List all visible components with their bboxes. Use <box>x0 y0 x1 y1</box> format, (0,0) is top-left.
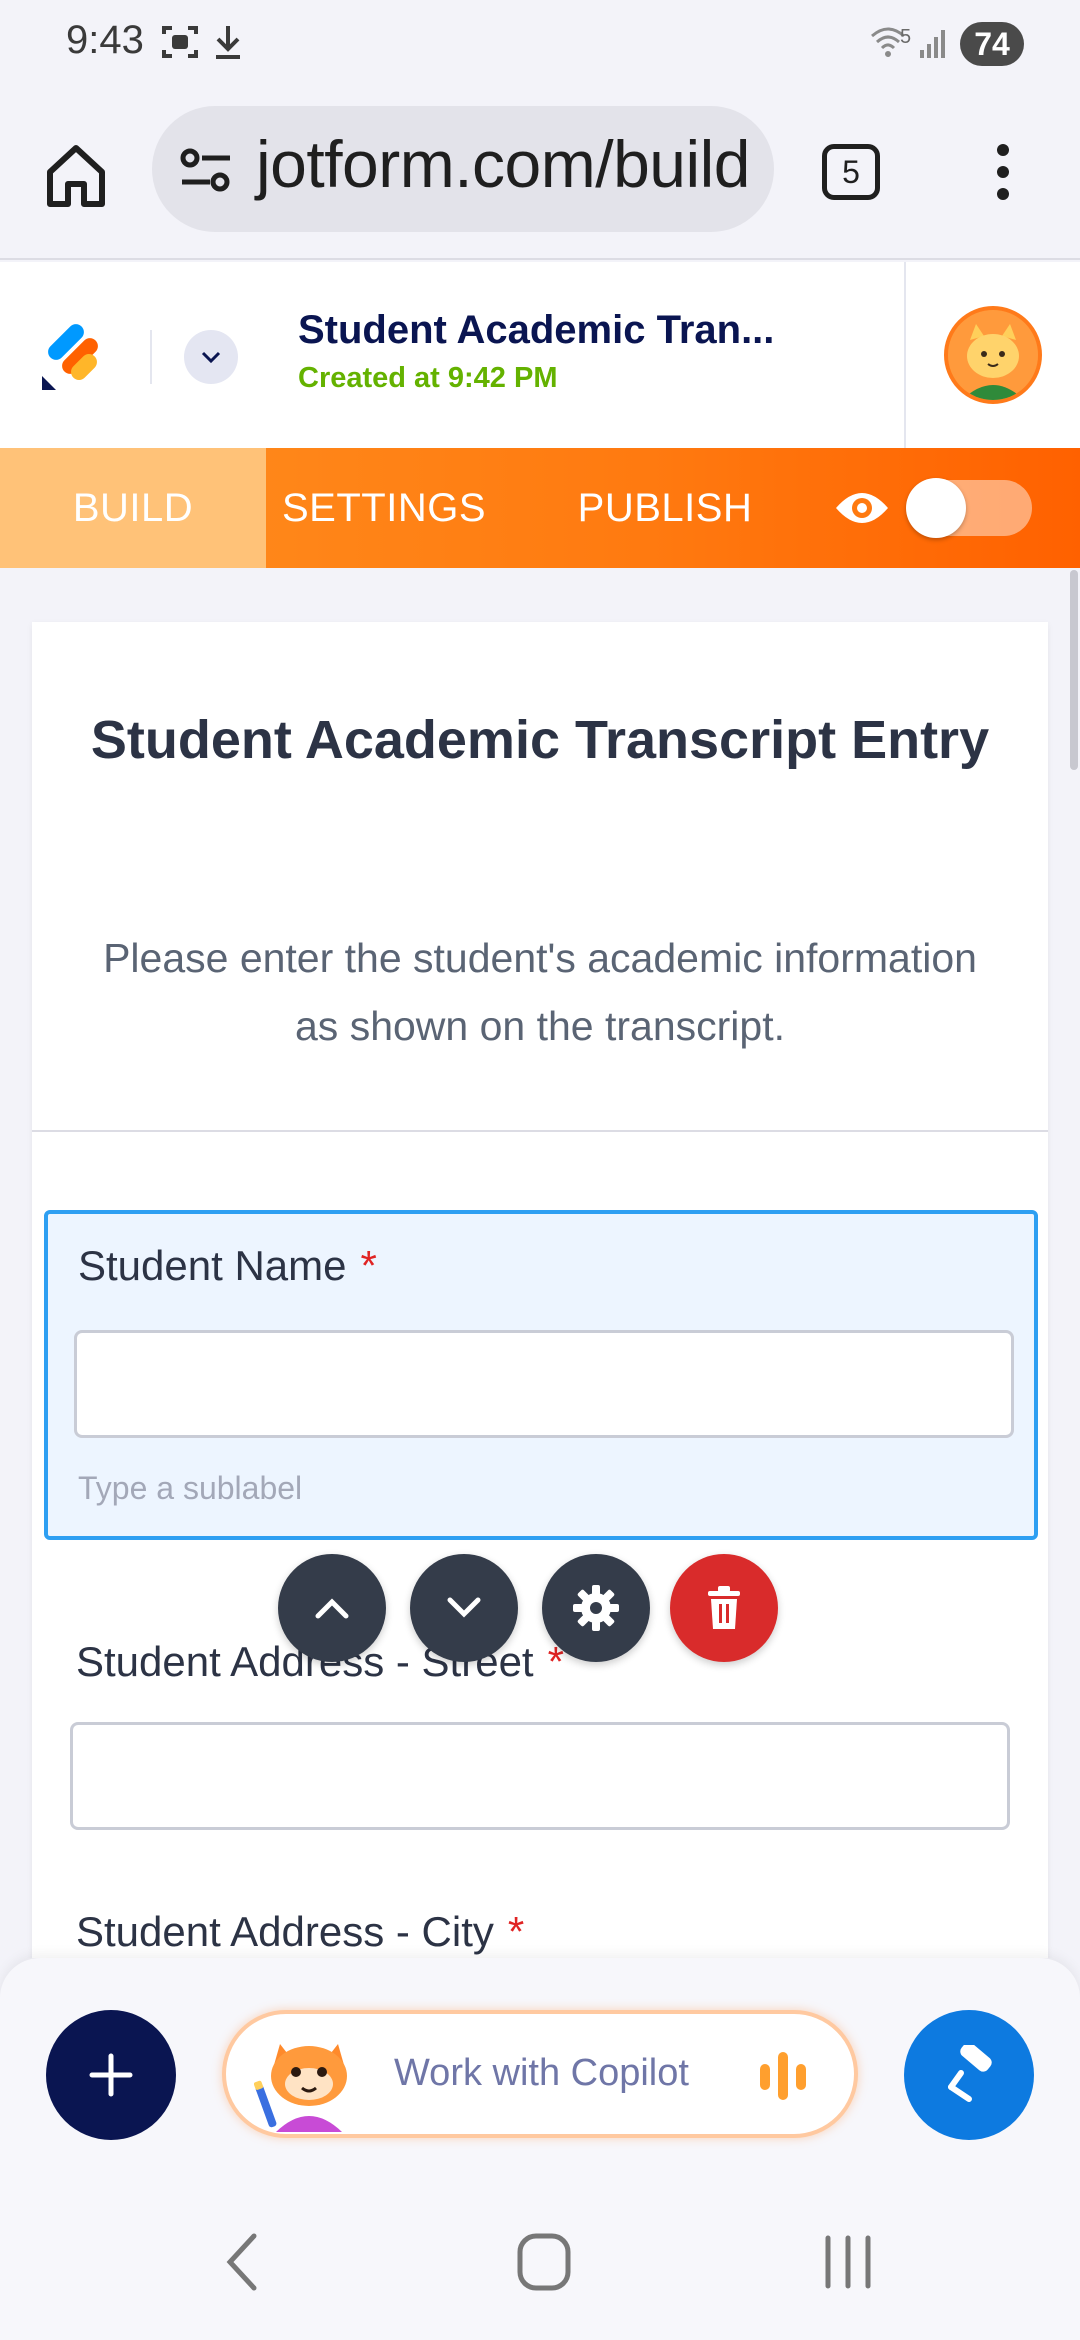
screenshot-icon <box>160 22 200 67</box>
required-mark: * <box>360 1242 377 1289</box>
copilot-label: Work with Copilot <box>394 2052 689 2094</box>
browser-toolbar: jotform.com/build 5 <box>0 92 1080 260</box>
user-avatar[interactable] <box>944 306 1042 404</box>
paint-roller-icon <box>948 2045 992 2102</box>
copilot-button[interactable]: Work with Copilot <box>222 2010 858 2138</box>
field-label[interactable]: Student Name * <box>78 1242 377 1290</box>
tab-publish[interactable]: PUBLISH <box>546 448 784 568</box>
jotform-logo[interactable] <box>40 322 104 397</box>
tab-settings[interactable]: SETTINGS <box>266 448 502 568</box>
heading-divider <box>32 1130 1048 1132</box>
system-navigation-bar <box>0 2190 1080 2340</box>
chevron-up-icon <box>315 1598 349 1619</box>
form-canvas: Student Academic Transcript Entry Please… <box>0 568 1080 1958</box>
eye-icon[interactable] <box>832 484 892 537</box>
recents-nav-icon[interactable] <box>820 2230 876 2299</box>
toggle-knob <box>906 478 966 538</box>
home-icon <box>47 145 105 207</box>
move-up-button[interactable] <box>278 1554 386 1662</box>
status-time: 9:43 <box>66 18 144 62</box>
browser-menu-button[interactable] <box>988 138 1018 208</box>
field-label-text: Student Name <box>78 1242 347 1289</box>
chevron-down-icon <box>447 1597 481 1618</box>
form-title[interactable]: Student Academic Tran... <box>298 308 774 353</box>
form-created-time: Created at 9:42 PM <box>298 362 558 394</box>
voice-bars-icon <box>756 2048 812 2109</box>
required-mark: * <box>507 1908 525 1955</box>
builder-header: Student Academic Tran... Created at 9:42… <box>0 262 1080 448</box>
field-student-name[interactable]: Student Name * Type a sublabel <box>44 1210 1038 1540</box>
form-designer-button[interactable] <box>904 2010 1034 2140</box>
copilot-mascot-icon <box>253 2022 364 2137</box>
header-divider <box>150 330 152 384</box>
form-card: Student Academic Transcript Entry Please… <box>32 622 1048 1958</box>
delete-field-button[interactable] <box>670 1554 778 1662</box>
tab-switcher-button[interactable]: 5 <box>822 144 880 200</box>
street-input[interactable] <box>70 1722 1010 1830</box>
wifi-label: 5 <box>900 26 912 48</box>
chevron-down-icon <box>201 351 221 364</box>
field-properties-button[interactable] <box>542 1554 650 1662</box>
sublabel-placeholder[interactable]: Type a sublabel <box>78 1470 302 1507</box>
status-bar: 9:43 5 74 <box>0 0 1080 92</box>
battery-indicator: 74 <box>960 22 1024 66</box>
add-element-button[interactable] <box>46 2010 176 2140</box>
download-icon <box>210 22 246 67</box>
move-down-button[interactable] <box>410 1554 518 1662</box>
field-label-text: Student Address - City <box>76 1908 494 1955</box>
address-bar[interactable]: jotform.com/build <box>152 106 774 232</box>
trash-icon <box>708 1586 740 1629</box>
url-text[interactable]: jotform.com/build <box>256 126 751 202</box>
site-settings-icon[interactable] <box>178 146 234 199</box>
builder-bottom-bar: Work with Copilot <box>0 1958 1080 2190</box>
plus-icon <box>89 2053 133 2097</box>
tab-build[interactable]: BUILD <box>0 448 266 568</box>
form-description[interactable]: Please enter the student's academic info… <box>92 924 988 1060</box>
page-scrollbar[interactable] <box>1070 570 1078 770</box>
header-vertical-divider <box>904 262 906 448</box>
form-heading[interactable]: Student Academic Transcript Entry <box>32 698 1048 782</box>
gear-icon <box>573 1585 619 1631</box>
field-label-city[interactable]: Student Address - City * <box>76 1908 524 1956</box>
preview-toggle[interactable] <box>906 478 1032 538</box>
home-nav-icon[interactable] <box>516 2230 572 2299</box>
signal-icon <box>916 22 952 67</box>
form-switcher-button[interactable] <box>184 330 238 384</box>
back-nav-icon[interactable] <box>222 2230 262 2299</box>
student-name-input[interactable] <box>74 1330 1014 1438</box>
builder-nav: BUILD SETTINGS PUBLISH <box>0 448 1080 568</box>
home-button[interactable] <box>36 136 116 216</box>
